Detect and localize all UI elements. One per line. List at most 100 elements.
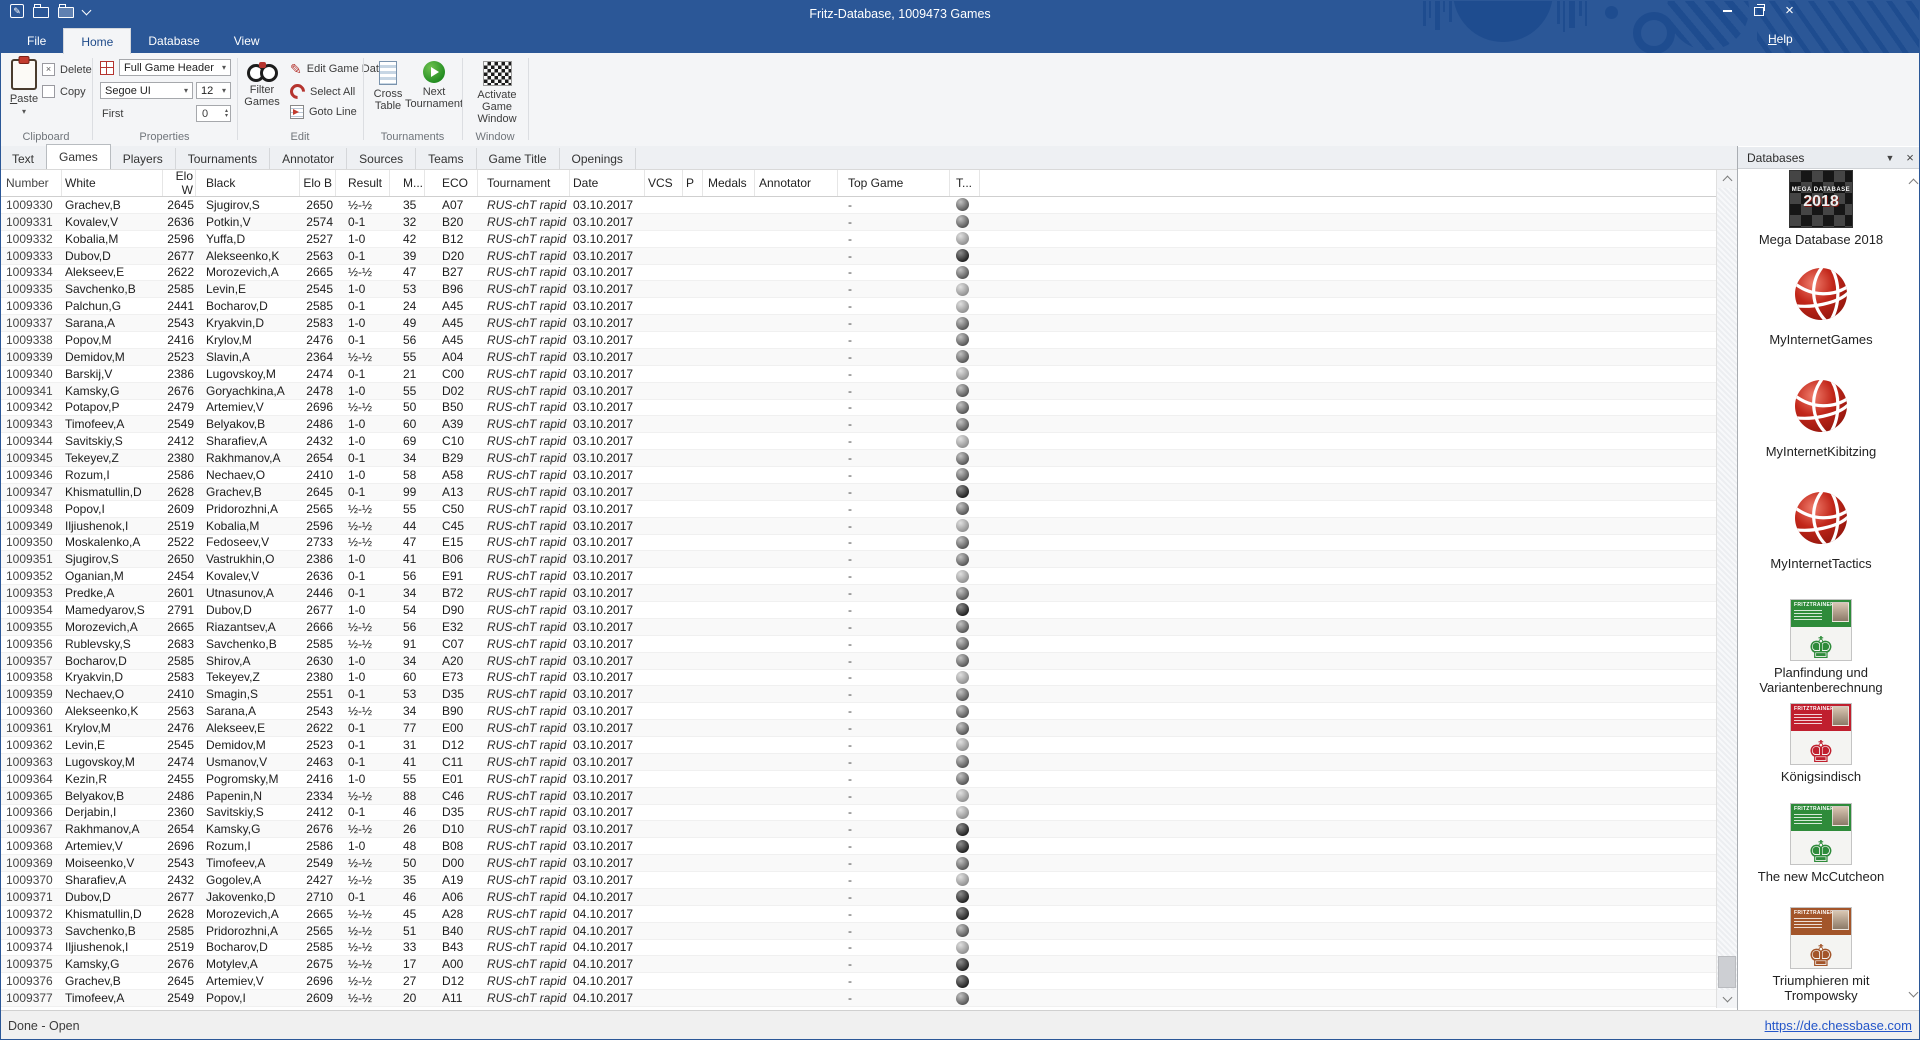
table-row[interactable]: 1009372Khismatullin,D2628Morozevich,A266… [0,906,1716,923]
menu-tab-database[interactable]: Database [131,28,216,53]
column-header-white[interactable]: White [62,170,163,196]
table-row[interactable]: 1009360Alekseenko,K2563Sarana,A2543½-½34… [0,703,1716,720]
minimize-button[interactable] [1712,0,1743,21]
open-folder-icon[interactable] [33,7,49,18]
database-item[interactable]: MyInternetGames [1745,265,1897,347]
game-header-combo[interactable]: Full Game Header▾ [119,59,231,76]
column-header-vcs[interactable]: VCS [645,170,683,196]
save-icon[interactable] [58,7,74,18]
table-row[interactable]: 1009336Palchun,G2441Bocharov,D25850-124A… [0,298,1716,315]
table-row[interactable]: 1009345Tekeyev,Z2380Rakhmanov,A26540-134… [0,450,1716,467]
table-row[interactable]: 1009353Predke,A2601Utnasunov,A24460-134B… [0,585,1716,602]
table-row[interactable]: 1009339Demidov,M2523Slavin,A2364½-½55A04… [0,349,1716,366]
column-header-eco[interactable]: ECO [425,170,478,196]
filter-games-button[interactable]: Filter Games [243,61,281,108]
select-all-button[interactable]: Select All [290,84,355,99]
column-header-top-game[interactable]: Top Game [838,170,950,196]
close-button[interactable]: × [1774,0,1805,21]
database-item[interactable]: FRITZTRAINER♚Planfindung und Variantenbe… [1745,599,1897,695]
list-tab-game-title[interactable]: Game Title [477,148,560,169]
table-row[interactable]: 1009373Savchenko,B2585Pridorozhni,A2565½… [0,923,1716,940]
panel-scroll-down-icon[interactable] [1910,986,1917,1004]
list-tab-games[interactable]: Games [46,144,111,169]
table-row[interactable]: 1009376Grachev,B2645Artemiev,V2696½-½27D… [0,973,1716,990]
table-row[interactable]: 1009348Popov,I2609Pridorozhni,A2565½-½55… [0,501,1716,518]
database-item[interactable]: FRITZTRAINER♚Triumphieren mit Trompowsky [1745,907,1897,1003]
table-row[interactable]: 1009375Kamsky,G2676Motylev,A2675½-½17A00… [0,956,1716,973]
database-item[interactable]: MyInternetTactics [1745,489,1897,571]
list-tab-tournaments[interactable]: Tournaments [176,148,270,169]
column-header-number[interactable]: Number [0,170,62,196]
table-row[interactable]: 1009358Kryakvin,D2583Tekeyev,Z23801-060E… [0,670,1716,687]
panel-scroll-up-icon[interactable] [1910,174,1917,192]
database-item[interactable]: FRITZTRAINER♚Königsindisch [1745,703,1897,784]
new-game-icon[interactable]: ✎ [10,4,24,18]
cross-table-button[interactable]: Cross Table [369,61,407,112]
column-header-elo-b[interactable]: Elo B [300,170,336,196]
menu-tab-home[interactable]: Home [63,28,131,54]
table-row[interactable]: 1009354Mamedyarov,S2791Dubov,D26771-054D… [0,602,1716,619]
activate-game-window-button[interactable]: Activate Game Window [466,61,528,125]
database-item[interactable]: MEGA DATABASE2018Mega Database 2018 [1745,170,1897,247]
column-header-medals[interactable]: Medals [703,170,755,196]
paste-button[interactable]: Paste ▾ [6,59,42,116]
table-row[interactable]: 1009344Savitskiy,S2412Sharafiev,A24321-0… [0,433,1716,450]
table-row[interactable]: 1009346Rozum,I2586Nechaev,O24101-058A58R… [0,467,1716,484]
table-row[interactable]: 1009368Artemiev,V2696Rozum,I25861-048B08… [0,838,1716,855]
table-row[interactable]: 1009351Sjugirov,S2650Vastrukhin,O23861-0… [0,551,1716,568]
column-header-annotator[interactable]: Annotator [755,170,838,196]
table-row[interactable]: 1009366Derjabin,I2360Savitskiy,S24120-14… [0,805,1716,822]
table-row[interactable]: 1009370Sharafiev,A2432Gogolev,A2427½-½35… [0,872,1716,889]
table-row[interactable]: 1009350Moskalenko,A2522Fedoseev,V2733½-½… [0,535,1716,552]
table-row[interactable]: 1009369Moiseenko,V2543Timofeev,A2549½-½5… [0,855,1716,872]
menu-tab-file[interactable]: File [10,28,63,53]
table-row[interactable]: 1009340Barskij,V2386Lugovskoy,M24740-121… [0,366,1716,383]
table-row[interactable]: 1009363Lugovskoy,M2474Usmanov,V24630-141… [0,754,1716,771]
table-row[interactable]: 1009342Potapov,P2479Artemiev,V2696½-½50B… [0,400,1716,417]
column-header-result[interactable]: Result [336,170,390,196]
table-row[interactable]: 1009331Kovalev,V2636Potkin,V25740-132B20… [0,214,1716,231]
column-header-tournament[interactable]: Tournament [478,170,570,196]
menu-tab-view[interactable]: View [217,28,277,53]
table-row[interactable]: 1009334Alekseev,E2622Morozevich,A2665½-½… [0,265,1716,282]
column-header-p[interactable]: P [683,170,703,196]
chessbase-link[interactable]: https://de.chessbase.com [1765,1018,1912,1033]
quick-access-dropdown-icon[interactable] [82,5,92,15]
panel-dropdown-icon[interactable]: ▼ [1880,153,1900,163]
table-row[interactable]: 1009332Kobalia,M2596Yuffa,D25271-042B12R… [0,231,1716,248]
list-tab-players[interactable]: Players [111,148,176,169]
column-header-black[interactable]: Black [196,170,300,196]
column-header-elo-w[interactable]: Elo W [163,170,196,196]
list-tab-teams[interactable]: Teams [416,148,476,169]
table-row[interactable]: 1009341Kamsky,G2676Goryachkina,A24781-05… [0,383,1716,400]
table-row[interactable]: 1009374Iljiushenok,I2519Bocharov,D2585½-… [0,940,1716,957]
goto-line-button[interactable]: Goto Line [290,105,357,119]
delete-button[interactable]: × Delete [42,63,92,76]
table-row[interactable]: 1009352Oganian,M2454Kovalev,V26360-156E9… [0,568,1716,585]
restore-button[interactable] [1743,0,1774,21]
column-header-date[interactable]: Date [570,170,645,196]
table-scrollbar[interactable] [1716,170,1737,1008]
table-row[interactable]: 1009356Rublevsky,S2683Savchenko,B2585½-½… [0,636,1716,653]
column-header-t[interactable]: T... [950,170,980,196]
scroll-down-button[interactable] [1717,990,1737,1008]
next-tournament-button[interactable]: Next Tournament [408,61,460,110]
database-item[interactable]: MyInternetKibitzing [1745,377,1897,459]
table-row[interactable]: 1009333Dubov,D2677Alekseenko,K25630-139D… [0,248,1716,265]
table-row[interactable]: 1009355Morozevich,A2665Riazantsev,A2666½… [0,619,1716,636]
table-row[interactable]: 1009377Timofeev,A2549Popov,I2609½-½20A11… [0,990,1716,1007]
table-row[interactable]: 1009335Savchenko,B2585Levin,E25451-053B9… [0,281,1716,298]
table-row[interactable]: 1009364Kezin,R2455Pogromsky,M24161-055E0… [0,771,1716,788]
first-spinner[interactable]: 0 ▴▾ [196,105,231,122]
list-tab-sources[interactable]: Sources [347,148,416,169]
font-combo[interactable]: Segoe UI▾ [100,82,193,99]
table-row[interactable]: 1009367Rakhmanov,A2654Kamsky,G2676½-½26D… [0,821,1716,838]
table-row[interactable]: 1009338Popov,M2416Krylov,M24760-156A45RU… [0,332,1716,349]
scrollbar-thumb[interactable] [1718,956,1736,988]
column-header-moves[interactable]: M... [390,170,425,196]
table-row[interactable]: 1009365Belyakov,B2486Papenin,N2334½-½88C… [0,788,1716,805]
font-size-combo[interactable]: 12▾ [196,82,231,99]
list-tab-openings[interactable]: Openings [560,148,636,169]
scroll-up-button[interactable] [1717,170,1737,188]
table-row[interactable]: 1009349Iljiushenok,I2519Kobalia,M2596½-½… [0,518,1716,535]
